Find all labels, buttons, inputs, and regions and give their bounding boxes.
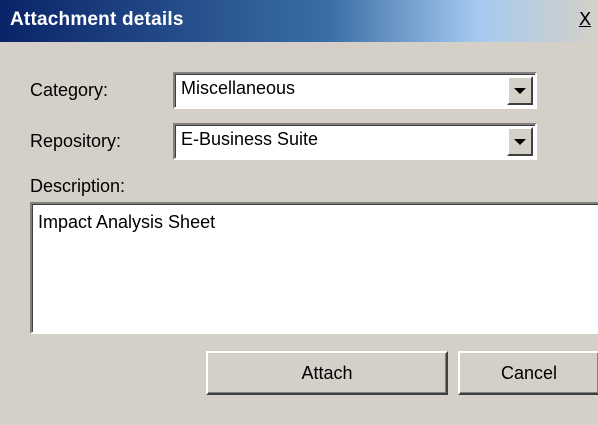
category-select[interactable]: Miscellaneous: [173, 72, 537, 109]
title-bar[interactable]: Attachment details X: [0, 0, 598, 42]
dialog-title: Attachment details: [10, 9, 184, 30]
close-icon[interactable]: X: [574, 9, 596, 31]
attachment-details-dialog: Attachment details X Category: Miscellan…: [0, 0, 598, 425]
cancel-button[interactable]: Cancel: [458, 351, 598, 395]
attach-button[interactable]: Attach: [206, 351, 448, 395]
repository-value: E-Business Suite: [181, 129, 319, 149]
chevron-down-icon[interactable]: [507, 127, 533, 156]
description-value: Impact Analysis Sheet: [38, 212, 216, 232]
category-value: Miscellaneous: [181, 78, 296, 98]
repository-label: Repository:: [30, 131, 122, 151]
description-label: Description:: [30, 176, 126, 196]
repository-select[interactable]: E-Business Suite: [173, 123, 537, 160]
description-textarea[interactable]: Impact Analysis Sheet: [30, 202, 598, 334]
chevron-down-icon[interactable]: [507, 76, 533, 105]
category-label: Category:: [30, 80, 109, 100]
